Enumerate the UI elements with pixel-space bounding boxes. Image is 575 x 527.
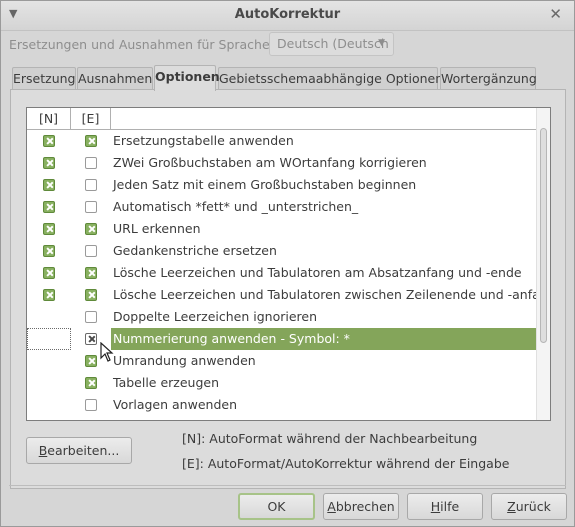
- divider: [9, 485, 566, 486]
- cell-e: [71, 284, 111, 306]
- list-item[interactable]: Ersetzungstabelle anwenden: [27, 130, 538, 152]
- chevron-down-icon: ▼: [378, 38, 385, 48]
- header-n[interactable]: [N]: [27, 108, 71, 129]
- cell-n: [27, 218, 71, 240]
- cell-n: [27, 284, 71, 306]
- checkbox-n[interactable]: [43, 179, 55, 191]
- checkbox-n[interactable]: [43, 157, 55, 169]
- checkbox-n[interactable]: [43, 289, 55, 301]
- cell-n: [27, 240, 71, 262]
- option-label: Automatisch *fett* und _unterstrichen_: [113, 199, 359, 214]
- checkbox-n[interactable]: [43, 245, 55, 257]
- cell-e: [71, 372, 111, 394]
- scrollbar[interactable]: [536, 108, 550, 420]
- cancel-button[interactable]: Abbrechen: [323, 493, 399, 520]
- option-label: Tabelle erzeugen: [113, 375, 220, 390]
- option-label: Umrandung anwenden: [113, 353, 256, 368]
- option-label: Jeden Satz mit einem Großbuchstaben begi…: [113, 177, 417, 192]
- option-label: Lösche Leerzeichen und Tabulatoren am Ab…: [113, 265, 522, 280]
- cell-n: [27, 152, 71, 174]
- cell-n: [27, 306, 71, 328]
- checkbox-e[interactable]: [85, 157, 97, 169]
- cell-e: [71, 218, 111, 240]
- options-list[interactable]: [N] [E] Ersetzungstabelle anwenden ZWei G…: [26, 107, 551, 421]
- language-select-value: Deutsch (Deutsch: [277, 36, 389, 51]
- checkbox-n[interactable]: [43, 201, 55, 213]
- header-e[interactable]: [E]: [71, 108, 111, 129]
- list-item[interactable]: Tabelle erzeugen: [27, 372, 538, 394]
- checkbox-e[interactable]: [85, 355, 97, 367]
- list-item[interactable]: Doppelte Leerzeichen ignorieren: [27, 306, 538, 328]
- cell-e: [71, 240, 111, 262]
- checkbox-n[interactable]: [43, 135, 55, 147]
- autokorrektur-dialog: ▼ AutoKorrektur ✕ Ersetzungen und Ausnah…: [0, 0, 575, 527]
- checkbox-e[interactable]: [85, 267, 97, 279]
- scrollbar-thumb[interactable]: [540, 128, 547, 343]
- option-label: Vorlagen anwenden: [113, 397, 237, 412]
- list-item[interactable]: Jeden Satz mit einem Großbuchstaben begi…: [27, 174, 538, 196]
- close-icon[interactable]: ✕: [549, 5, 562, 23]
- tab-ersetzung[interactable]: Ersetzung: [12, 67, 76, 89]
- window-title: AutoKorrektur: [234, 7, 341, 22]
- checkbox-e[interactable]: [85, 289, 97, 301]
- cell-n: [27, 394, 71, 416]
- cell-e: [71, 306, 111, 328]
- tab-gebietsschema[interactable]: Gebietsschemaabhängige Optionen: [218, 67, 443, 89]
- titlebar: ▼ AutoKorrektur ✕: [1, 1, 574, 31]
- list-item[interactable]: Vorlagen anwenden: [27, 394, 538, 416]
- language-label: Ersetzungen und Ausnahmen für Sprache:: [9, 37, 274, 52]
- legend-e: [E]: AutoFormat/AutoKorrektur während de…: [182, 456, 510, 471]
- checkbox-e[interactable]: [85, 333, 97, 345]
- list-item[interactable]: URL erkennen: [27, 218, 538, 240]
- reset-button[interactable]: Zurück: [491, 493, 567, 520]
- cell-e: [71, 174, 111, 196]
- checkbox-n[interactable]: [43, 267, 55, 279]
- cell-e: [71, 152, 111, 174]
- option-label: Gedankenstriche ersetzen: [113, 243, 277, 258]
- cell-n: [27, 328, 71, 350]
- legend-n: [N]: AutoFormat während der Nachbearbeit…: [182, 431, 478, 446]
- option-label: URL erkennen: [113, 221, 201, 236]
- checkbox-n[interactable]: [43, 223, 55, 235]
- checkbox-e[interactable]: [85, 201, 97, 213]
- list-item[interactable]: Lösche Leerzeichen und Tabulatoren am Ab…: [27, 262, 538, 284]
- tab-ausnahmen[interactable]: Ausnahmen: [77, 67, 153, 89]
- ok-button[interactable]: OK: [238, 493, 315, 520]
- list-item[interactable]: ZWei Großbuchstaben am WOrtanfang korrig…: [27, 152, 538, 174]
- cell-n: [27, 174, 71, 196]
- cell-e: [71, 130, 111, 152]
- tab-wortergaenzung[interactable]: Wortergänzung: [440, 67, 537, 89]
- option-label: Doppelte Leerzeichen ignorieren: [113, 309, 317, 324]
- checkbox-e[interactable]: [85, 223, 97, 235]
- help-button[interactable]: Hilfe: [407, 493, 483, 520]
- cell-n: [27, 350, 71, 372]
- checkbox-e[interactable]: [85, 377, 97, 389]
- tab-optionen[interactable]: Optionen: [154, 65, 220, 91]
- cell-n: [27, 130, 71, 152]
- language-select[interactable]: Deutsch (Deutsch ▼: [269, 32, 394, 56]
- checkbox-e[interactable]: [85, 311, 97, 323]
- cell-e: [71, 262, 111, 284]
- edit-button[interactable]: Bearbeiten...: [26, 437, 132, 464]
- option-label: Nummerierung anwenden - Symbol: *: [111, 328, 538, 350]
- cell-e: [71, 394, 111, 416]
- cell-n: [27, 196, 71, 218]
- checkbox-e[interactable]: [85, 135, 97, 147]
- checkbox-e[interactable]: [85, 179, 97, 191]
- option-label: Ersetzungstabelle anwenden: [113, 133, 294, 148]
- checkbox-e[interactable]: [85, 245, 97, 257]
- option-label: ZWei Großbuchstaben am WOrtanfang korrig…: [113, 155, 427, 170]
- list-header: [N] [E]: [27, 108, 538, 130]
- checkbox-e[interactable]: [85, 399, 97, 411]
- mouse-pointer-icon: [100, 342, 114, 362]
- cell-n: [27, 372, 71, 394]
- cell-n: [27, 262, 71, 284]
- list-item[interactable]: Automatisch *fett* und _unterstrichen_: [27, 196, 538, 218]
- list-item[interactable]: Gedankenstriche ersetzen: [27, 240, 538, 262]
- option-label: Lösche Leerzeichen und Tabulatoren zwisc…: [113, 287, 551, 302]
- list-item[interactable]: Lösche Leerzeichen und Tabulatoren zwisc…: [27, 284, 551, 306]
- cell-e: [71, 196, 111, 218]
